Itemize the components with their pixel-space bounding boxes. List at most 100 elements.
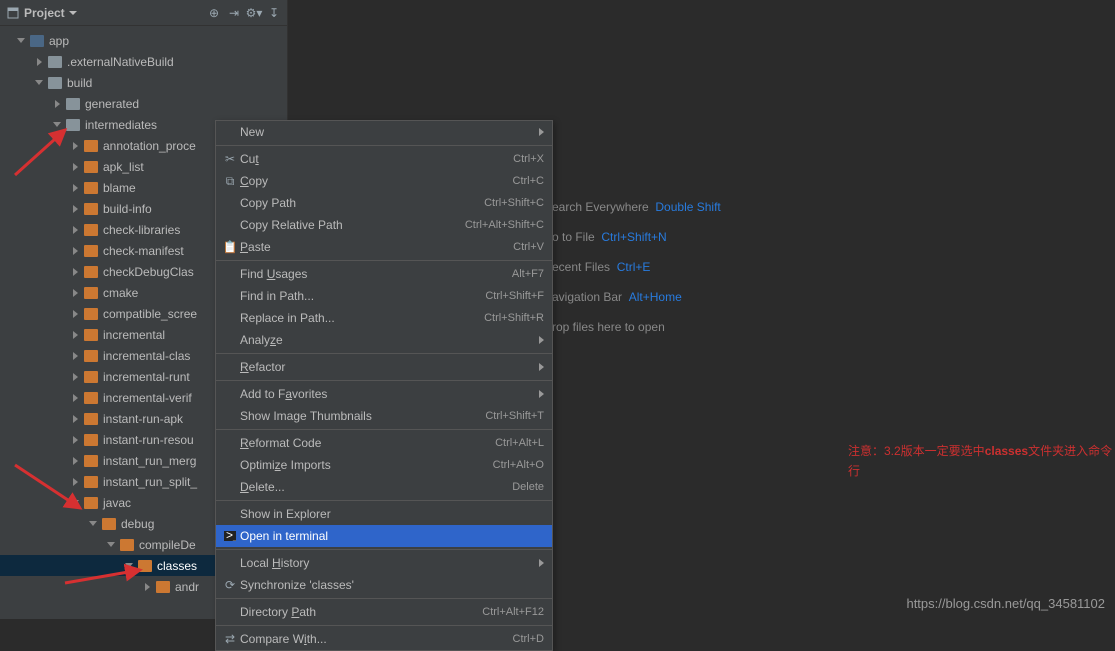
node-label: instant-run-apk — [103, 412, 183, 426]
menu-directory-path[interactable]: Directory PathCtrl+Alt+F12 — [216, 601, 552, 623]
node-label: debug — [121, 517, 154, 531]
menu-copy-relative-path[interactable]: Copy Relative PathCtrl+Alt+Shift+C — [216, 214, 552, 236]
svg-text:>_: >_ — [226, 531, 236, 541]
menu-separator — [216, 145, 552, 146]
source-folder-icon — [84, 245, 98, 257]
node-label: build — [67, 76, 92, 90]
source-folder-icon — [84, 266, 98, 278]
folder-icon — [66, 119, 80, 131]
collapse-icon[interactable]: ⇥ — [227, 6, 241, 20]
node-label: checkDebugClas — [103, 265, 194, 279]
node-label: cmake — [103, 286, 138, 300]
tree-node[interactable]: .externalNativeBuild — [0, 51, 287, 72]
menu-add-favorites[interactable]: Add to Favorites — [216, 383, 552, 405]
source-folder-icon — [138, 560, 152, 572]
source-folder-icon — [120, 539, 134, 551]
source-folder-icon — [84, 224, 98, 236]
node-label: instant_run_split_ — [103, 475, 197, 489]
hint-shortcut: Double Shift — [655, 200, 720, 214]
menu-separator — [216, 429, 552, 430]
menu-delete[interactable]: Delete...Delete — [216, 476, 552, 498]
node-label: incremental-runt — [103, 370, 190, 384]
menu-refactor[interactable]: Refactor — [216, 356, 552, 378]
folder-icon — [66, 98, 80, 110]
hint-text: rop files here to open — [552, 320, 665, 334]
source-folder-icon — [84, 455, 98, 467]
hint-shortcut: Alt+Home — [629, 290, 682, 304]
node-label: apk_list — [103, 160, 144, 174]
source-folder-icon — [84, 434, 98, 446]
hint-text: o to File — [552, 230, 595, 244]
node-label: check-manifest — [103, 244, 184, 258]
source-folder-icon — [84, 413, 98, 425]
menu-optimize-imports[interactable]: Optimize ImportsCtrl+Alt+O — [216, 454, 552, 476]
source-folder-icon — [84, 182, 98, 194]
source-folder-icon — [84, 287, 98, 299]
menu-separator — [216, 549, 552, 550]
menu-new[interactable]: New — [216, 121, 552, 143]
node-label: blame — [103, 181, 136, 195]
hide-icon[interactable]: ↧ — [267, 6, 281, 20]
menu-open-in-terminal[interactable]: >_Open in terminal — [216, 525, 552, 547]
menu-separator — [216, 260, 552, 261]
project-label[interactable]: Project — [24, 6, 65, 20]
submenu-arrow-icon — [539, 363, 544, 371]
menu-separator — [216, 625, 552, 626]
source-folder-icon — [84, 350, 98, 362]
project-view-icon[interactable] — [6, 6, 20, 20]
menu-analyze[interactable]: Analyze — [216, 329, 552, 351]
dropdown-icon[interactable] — [69, 11, 77, 15]
node-label: annotation_proce — [103, 139, 196, 153]
source-folder-icon — [84, 371, 98, 383]
module-icon — [30, 35, 44, 47]
source-folder-icon — [102, 518, 116, 530]
locate-icon[interactable]: ⊕ — [207, 6, 221, 20]
menu-compare-with[interactable]: ⇄Compare With...Ctrl+D — [216, 628, 552, 650]
source-folder-icon — [84, 203, 98, 215]
clipboard-icon: 📋 — [220, 240, 240, 254]
menu-reformat-code[interactable]: Reformat CodeCtrl+Alt+L — [216, 432, 552, 454]
source-folder-icon — [84, 140, 98, 152]
node-label: app — [49, 34, 69, 48]
source-folder-icon — [84, 161, 98, 173]
source-folder-icon — [84, 476, 98, 488]
menu-copy-path[interactable]: Copy PathCtrl+Shift+C — [216, 192, 552, 214]
submenu-arrow-icon — [539, 559, 544, 567]
menu-separator — [216, 380, 552, 381]
source-folder-icon — [84, 392, 98, 404]
hint-text: avigation Bar — [552, 290, 622, 304]
submenu-arrow-icon — [539, 390, 544, 398]
node-label: incremental-clas — [103, 349, 190, 363]
tree-node[interactable]: build — [0, 72, 287, 93]
source-folder-icon — [84, 308, 98, 320]
menu-find-in-path[interactable]: Find in Path...Ctrl+Shift+F — [216, 285, 552, 307]
hint-shortcut: Ctrl+Shift+N — [601, 230, 666, 244]
terminal-icon: >_ — [220, 531, 240, 541]
node-label: compatible_scree — [103, 307, 197, 321]
menu-cut[interactable]: ✂CutCtrl+X — [216, 148, 552, 170]
menu-copy[interactable]: ⧉CopyCtrl+C — [216, 170, 552, 192]
menu-local-history[interactable]: Local History — [216, 552, 552, 574]
watermark-text: https://blog.csdn.net/qq_34581102 — [906, 596, 1105, 611]
scissors-icon: ✂ — [220, 152, 240, 166]
source-folder-icon — [156, 581, 170, 593]
diff-icon: ⇄ — [220, 632, 240, 646]
node-label: generated — [85, 97, 139, 111]
menu-synchronize[interactable]: ⟳Synchronize 'classes' — [216, 574, 552, 596]
menu-show-in-explorer[interactable]: Show in Explorer — [216, 503, 552, 525]
node-label: intermediates — [85, 118, 157, 132]
sync-icon: ⟳ — [220, 578, 240, 592]
tree-node-app[interactable]: app — [0, 30, 287, 51]
menu-find-usages[interactable]: Find UsagesAlt+F7 — [216, 263, 552, 285]
node-label: build-info — [103, 202, 152, 216]
copy-icon: ⧉ — [220, 174, 240, 189]
tree-node[interactable]: generated — [0, 93, 287, 114]
menu-replace-in-path[interactable]: Replace in Path...Ctrl+Shift+R — [216, 307, 552, 329]
node-label: check-libraries — [103, 223, 180, 237]
gear-icon[interactable]: ⚙▾ — [247, 6, 261, 20]
project-toolbar: Project ⊕ ⇥ ⚙▾ ↧ — [0, 0, 287, 26]
empty-editor-hints: earch Everywhere Double Shift o to File … — [552, 200, 721, 350]
menu-show-thumbnails[interactable]: Show Image ThumbnailsCtrl+Shift+T — [216, 405, 552, 427]
menu-separator — [216, 500, 552, 501]
menu-paste[interactable]: 📋PasteCtrl+V — [216, 236, 552, 258]
